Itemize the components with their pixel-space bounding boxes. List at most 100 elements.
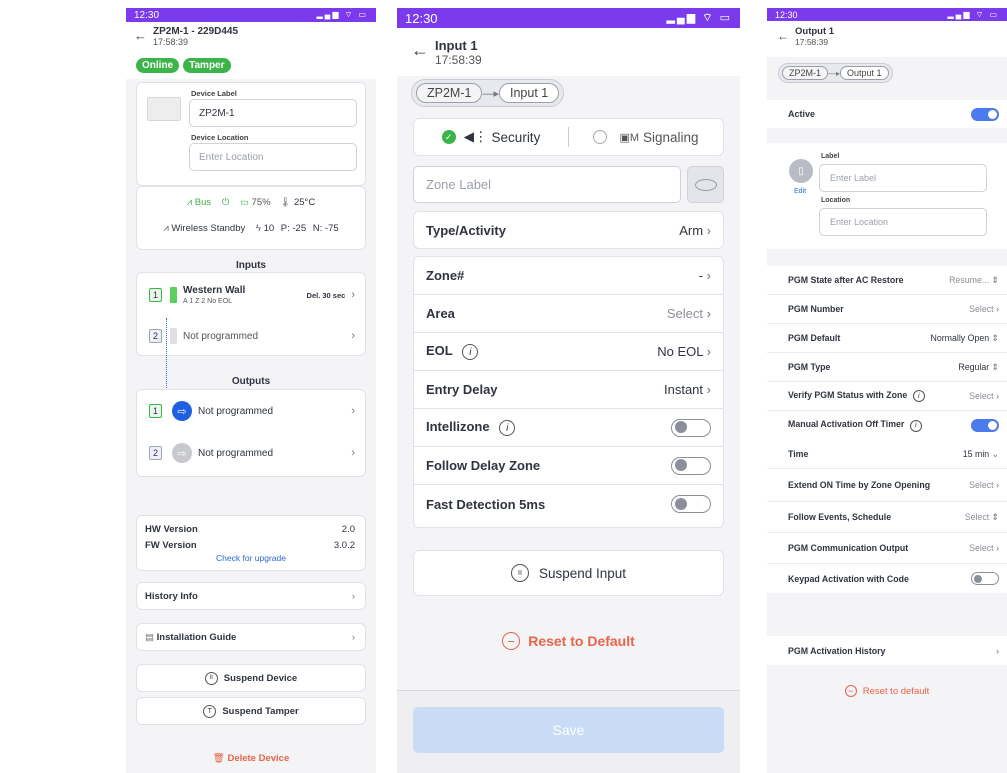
device-avatar: ▯ [789,159,813,183]
back-arrow-icon[interactable]: ← [777,29,789,43]
verify-pgm-row[interactable]: Verify PGM Status with Zone i Select › [767,382,1007,411]
version-card: HW Version 2.0 FW Version 3.0.2 Check fo… [136,515,366,571]
status-bar: 12:30 ▂▄▆ ⌔ ▭ [126,8,376,22]
zone-number-row[interactable]: Zone# - › [414,257,723,295]
suspend-tamper-button[interactable]: T Suspend Tamper [136,697,366,725]
input-row-2[interactable]: 2 Not programmed › [137,325,365,347]
info-icon[interactable]: i [499,420,516,437]
keypad-activation-toggle[interactable] [971,572,999,585]
breadcrumb-input[interactable]: Input 1 [498,83,560,103]
mode-tabs: ✓ ◀⋮ Security ▣M Signaling [413,118,724,156]
intellizone-toggle[interactable] [671,418,711,437]
page-subtitle: 17:58:39 [795,37,829,47]
page-subtitle: 17:58:39 [153,37,189,47]
suspend-input-button[interactable]: II Suspend Input [413,550,724,596]
label-field[interactable]: Enter Label [819,164,987,192]
input-number-1: 1 [149,288,163,302]
save-button[interactable]: Save [413,707,724,753]
pause-icon: II [510,564,529,582]
header: ← Input 1 17:58:39 [397,28,740,76]
output-number-1: 1 [149,404,163,418]
installation-guide-row[interactable]: ▤ Installation Guide › [136,623,366,651]
wireless-icon: ⩘ [163,223,169,234]
type-activity-row[interactable]: Type/Activity Arm › [413,211,724,249]
chevron-down-icon: ⌄ [991,448,999,459]
zone-label-field[interactable]: Zone Label [413,166,681,203]
back-arrow-icon[interactable]: ← [134,28,147,43]
area-row[interactable]: Area Select › [414,295,723,333]
fast-detection-toggle[interactable] [671,495,711,513]
pgm-type-row[interactable]: PGM Type Regular ⇕ [767,353,1007,382]
pause-icon: II [204,671,218,685]
chevron-right-icon: › [351,631,355,643]
footer-bar: Save [397,690,740,773]
output-name-2: Not programmed [198,447,274,459]
back-arrow-icon[interactable]: ← [411,40,429,61]
output-screen: 12:30 ▂▄▆ ⌔ ▭ ← Output 1 17:58:39 ZP2M-1… [767,8,1007,773]
delete-device-label: Delete Device [227,753,290,764]
history-info-row[interactable]: History Info › [136,582,366,610]
chevron-right-icon: › [706,268,711,283]
wireless-status: Wireless Standby [171,223,246,234]
extend-on-time-row[interactable]: Extend ON Time by Zone Opening Select › [767,469,1007,502]
pgm-number-row[interactable]: PGM Number Select › [767,295,1007,324]
reset-to-default-button[interactable]: − Reset to Default [397,632,740,650]
pgm-state-row[interactable]: PGM State after AC Restore Resume... ⇕ [767,266,1007,295]
reset-default-button[interactable]: − Reset to default [767,685,1007,697]
chevron-right-icon: › [706,222,711,238]
delete-device-button[interactable]: 🗑 Delete Device [126,753,376,764]
eye-toggle-button[interactable] [687,166,724,203]
active-toggle[interactable] [971,107,999,121]
time-row[interactable]: Time 15 min ⌄ [767,440,1007,469]
device-info-card: Device Label ZP2M-1 Device Location Ente… [136,82,366,186]
online-badge: Online [136,58,180,73]
input-row-1[interactable]: 1 Western Wall A 1 Z 2 No EOL Del. 30 se… [137,277,365,313]
p-value: P: -25 [280,223,307,234]
pgm-default-row[interactable]: PGM Default Normally Open ⇕ [767,324,1007,353]
breadcrumb-device[interactable]: ZP2M-1 [416,83,483,103]
device-location-caption: Device Location [191,133,249,142]
suspend-device-button[interactable]: II Suspend Device [136,664,366,692]
suspend-device-label: Suspend Device [223,672,298,684]
history-info-label: History Info [145,590,198,602]
follow-events-row[interactable]: Follow Events, Schedule Select ⇕ [767,502,1007,533]
pgm-communication-row[interactable]: PGM Communication Output Select › [767,533,1007,564]
entry-delay-row[interactable]: Entry Delay Instant › [414,371,723,409]
output-row-1[interactable]: 1 ⇨ Not programmed › [137,398,365,424]
follow-delay-zone-toggle[interactable] [671,456,711,475]
edit-link[interactable]: Edit [794,188,806,195]
check-upgrade-link[interactable]: Check for upgrade [137,553,365,563]
chevron-right-icon: › [706,306,711,321]
location-field[interactable]: Enter Location [819,208,987,236]
breadcrumb-output[interactable]: Output 1 [840,66,889,80]
chevron-right-icon: › [351,330,355,342]
manual-activation-toggle[interactable] [971,419,999,432]
minus-circle-icon: − [844,685,857,697]
tamper-icon: T [203,704,217,718]
device-status-card: ⩘ Bus ⏻ ▭ 75% 🌡 25°C ⩘ Wireless Standby … [136,186,366,250]
page-title: ZP2M-1 - 229D445 [153,26,239,37]
top-edge-text [640,0,1007,8]
eol-row[interactable]: EOL i No EOL › [414,333,723,371]
fast-detection-row: Fast Detection 5ms [414,485,723,523]
location-caption: Location [821,197,851,204]
info-icon[interactable]: i [462,344,479,361]
output-row-2[interactable]: 2 ⇨ Not programmed › [137,440,365,466]
status-time: 12:30 [134,9,160,21]
inputs-card: 1 Western Wall A 1 Z 2 No EOL Del. 30 se… [136,272,366,356]
status-bar: 12:30 ▂▄▆ ⌔ ▭ [767,8,1007,21]
tab-signaling[interactable]: ▣M Signaling [569,130,723,145]
fw-version-label: FW Version [145,540,197,551]
tab-security[interactable]: ✓ ◀⋮ Security [414,129,568,145]
outputs-card: 1 ⇨ Not programmed › 2 ⇨ Not programmed … [136,389,366,477]
output-number-2: 2 [149,446,163,460]
pgm-activation-history-row[interactable]: PGM Activation History › [767,636,1007,665]
info-icon[interactable]: i [909,419,922,432]
bus-status: Bus [194,197,212,208]
header: ← ZP2M-1 - 229D445 17:58:39 [126,22,376,58]
info-icon[interactable]: i [912,390,925,403]
breadcrumb-device[interactable]: ZP2M-1 [782,66,829,80]
device-label-field[interactable]: ZP2M-1 [189,99,357,127]
status-icons: ▂▄▆ ⌔ ▭ [666,12,732,24]
device-location-field[interactable]: Enter Location [189,143,357,171]
